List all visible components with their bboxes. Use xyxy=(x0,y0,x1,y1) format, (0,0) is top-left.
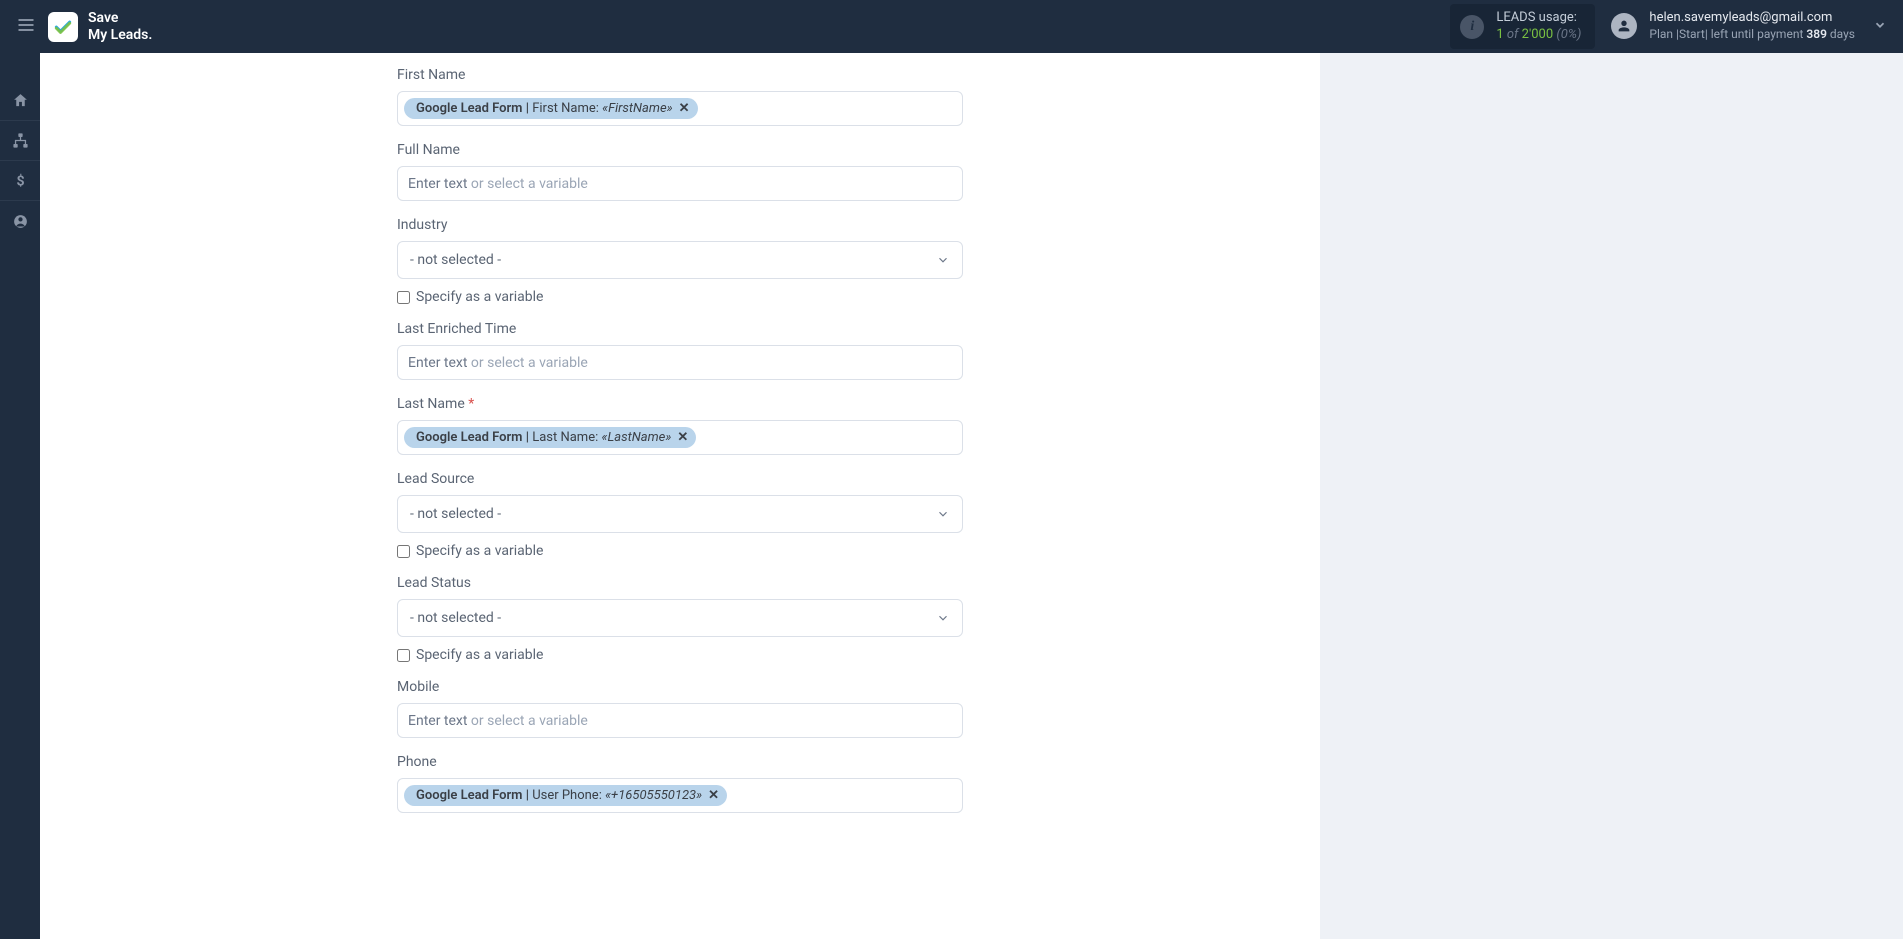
required-asterisk: * xyxy=(468,396,474,412)
top-header: Save My Leads. i LEADS usage: 1 of 2'000… xyxy=(0,0,1903,53)
input-full-name[interactable]: Enter text or select a variable xyxy=(397,166,963,201)
label-first-name: First Name xyxy=(397,67,963,83)
usage-pct: (0%) xyxy=(1556,27,1581,42)
input-first-name[interactable]: Google Lead Form | First Name: «FirstNam… xyxy=(397,91,963,126)
chevron-down-icon xyxy=(936,253,950,267)
label-lead-status: Lead Status xyxy=(397,575,963,591)
field-mobile: Mobile Enter text or select a variable xyxy=(397,679,963,738)
check-industry-variable: Specify as a variable xyxy=(397,289,963,305)
select-lead-status-value: - not selected - xyxy=(410,610,501,626)
placeholder-last-enriched: Enter text or select a variable xyxy=(404,351,592,375)
usage-widget: i LEADS usage: 1 of 2'000 (0%) xyxy=(1450,4,1595,50)
field-first-name: First Name Google Lead Form | First Name… xyxy=(397,67,963,126)
tag-first-name: Google Lead Form | First Name: «FirstNam… xyxy=(404,98,698,119)
label-phone: Phone xyxy=(397,754,963,770)
input-last-enriched[interactable]: Enter text or select a variable xyxy=(397,345,963,380)
tag-remove-icon[interactable]: ✕ xyxy=(679,101,690,116)
usage-text: LEADS usage: 1 of 2'000 (0%) xyxy=(1496,10,1581,44)
usage-total: 2'000 xyxy=(1522,27,1554,42)
user-email: helen.savemyleads@gmail.com xyxy=(1649,10,1855,27)
usage-numbers: 1 of 2'000 (0%) xyxy=(1496,27,1581,44)
checkbox-industry[interactable] xyxy=(397,291,410,304)
user-widget[interactable]: helen.savemyleads@gmail.com Plan |Start|… xyxy=(1611,10,1855,42)
checkbox-lead-status[interactable] xyxy=(397,649,410,662)
sidebar-item-billing[interactable]: $ xyxy=(0,161,40,201)
usage-of: of xyxy=(1507,27,1519,42)
usage-label: LEADS usage: xyxy=(1496,10,1581,27)
field-lead-status: Lead Status - not selected - Specify as … xyxy=(397,575,963,663)
input-mobile[interactable]: Enter text or select a variable xyxy=(397,703,963,738)
field-industry: Industry - not selected - Specify as a v… xyxy=(397,217,963,305)
form-fields: First Name Google Lead Form | First Name… xyxy=(397,53,963,813)
sidebar-item-account[interactable] xyxy=(0,201,40,241)
sidebar: $ xyxy=(0,53,40,939)
user-plan: Plan |Start| left until payment 389 days xyxy=(1649,27,1855,43)
chevron-down-icon[interactable] xyxy=(1873,18,1887,36)
field-lead-source: Lead Source - not selected - Specify as … xyxy=(397,471,963,559)
select-lead-source[interactable]: - not selected - xyxy=(397,495,963,533)
main-area: First Name Google Lead Form | First Name… xyxy=(40,53,1903,939)
input-phone[interactable]: Google Lead Form | User Phone: «+1650555… xyxy=(397,778,963,813)
brand-line2: My Leads. xyxy=(88,27,152,44)
svg-text:$: $ xyxy=(16,172,24,189)
info-icon: i xyxy=(1460,15,1484,39)
chevron-down-icon xyxy=(936,611,950,625)
select-lead-source-value: - not selected - xyxy=(410,506,501,522)
sidebar-item-connections[interactable] xyxy=(0,121,40,161)
form-card: First Name Google Lead Form | First Name… xyxy=(40,53,1320,939)
avatar-icon xyxy=(1611,13,1637,39)
placeholder-full-name: Enter text or select a variable xyxy=(404,172,592,196)
logo-icon[interactable] xyxy=(48,12,78,42)
check-lead-status-variable: Specify as a variable xyxy=(397,647,963,663)
sidebar-item-home[interactable] xyxy=(0,81,40,121)
brand-line1: Save xyxy=(88,10,152,27)
brand-name: Save My Leads. xyxy=(88,10,152,44)
label-full-name: Full Name xyxy=(397,142,963,158)
field-last-enriched: Last Enriched Time Enter text or select … xyxy=(397,321,963,380)
hamburger-icon[interactable] xyxy=(16,15,36,39)
select-industry[interactable]: - not selected - xyxy=(397,241,963,279)
label-industry: Industry xyxy=(397,217,963,233)
label-last-name: Last Name * xyxy=(397,396,963,412)
label-mobile: Mobile xyxy=(397,679,963,695)
check-lead-source-variable: Specify as a variable xyxy=(397,543,963,559)
tag-phone: Google Lead Form | User Phone: «+1650555… xyxy=(404,785,727,806)
label-lead-source: Lead Source xyxy=(397,471,963,487)
checkbox-lead-source-label[interactable]: Specify as a variable xyxy=(416,543,543,559)
placeholder-mobile: Enter text or select a variable xyxy=(404,709,592,733)
checkbox-industry-label[interactable]: Specify as a variable xyxy=(416,289,543,305)
user-text: helen.savemyleads@gmail.com Plan |Start|… xyxy=(1649,10,1855,42)
chevron-down-icon xyxy=(936,507,950,521)
tag-last-name: Google Lead Form | Last Name: «LastName»… xyxy=(404,427,696,448)
field-last-name: Last Name * Google Lead Form | Last Name… xyxy=(397,396,963,455)
usage-current: 1 xyxy=(1496,27,1503,42)
field-full-name: Full Name Enter text or select a variabl… xyxy=(397,142,963,201)
select-lead-status[interactable]: - not selected - xyxy=(397,599,963,637)
checkbox-lead-source[interactable] xyxy=(397,545,410,558)
tag-remove-icon[interactable]: ✕ xyxy=(708,788,719,803)
checkbox-lead-status-label[interactable]: Specify as a variable xyxy=(416,647,543,663)
label-last-enriched: Last Enriched Time xyxy=(397,321,963,337)
select-industry-value: - not selected - xyxy=(410,252,501,268)
field-phone: Phone Google Lead Form | User Phone: «+1… xyxy=(397,754,963,813)
input-last-name[interactable]: Google Lead Form | Last Name: «LastName»… xyxy=(397,420,963,455)
tag-remove-icon[interactable]: ✕ xyxy=(677,430,688,445)
